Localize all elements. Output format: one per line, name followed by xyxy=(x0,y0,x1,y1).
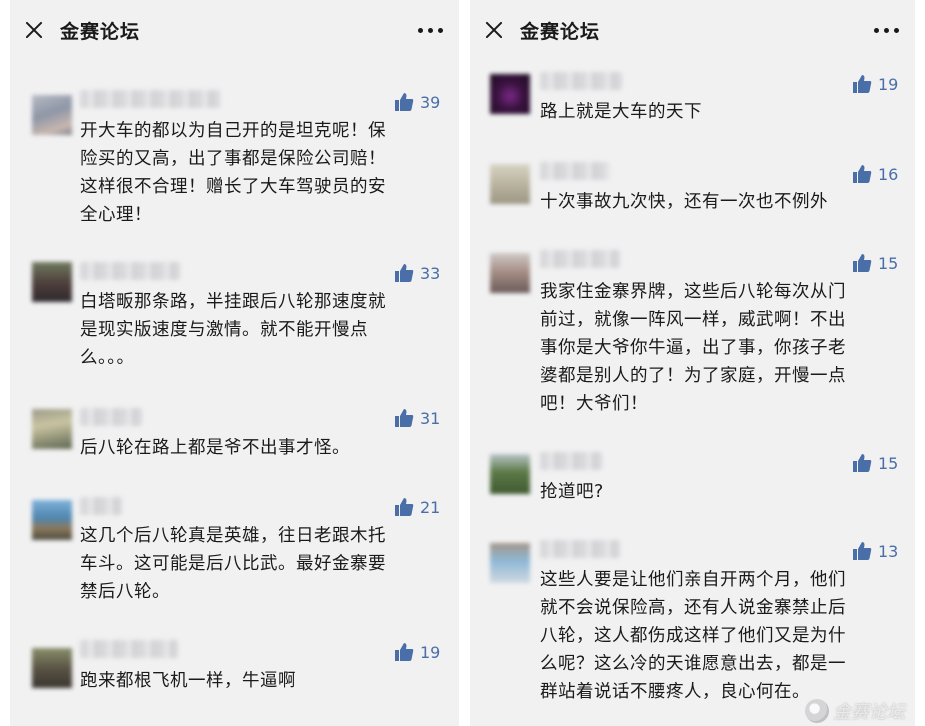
avatar[interactable] xyxy=(32,95,72,135)
right-screenshot: 金赛论坛 19 路上就是大车的天下 16 十次事故九次快，还有一次也不例外 15… xyxy=(470,0,915,726)
username[interactable] xyxy=(80,262,180,280)
avatar[interactable] xyxy=(32,409,72,449)
like-button[interactable]: 19 xyxy=(394,642,440,662)
thumb-up-icon xyxy=(853,75,872,93)
avatar[interactable] xyxy=(32,262,72,302)
like-count: 15 xyxy=(878,453,899,473)
like-count: 13 xyxy=(878,541,899,561)
like-button[interactable]: 15 xyxy=(852,453,898,473)
comment-text: 路上就是大车的天下 xyxy=(540,102,702,122)
username[interactable] xyxy=(540,250,620,268)
username[interactable] xyxy=(80,640,178,658)
comment-text: 我家住金寨界牌，这些后八轮每次从门 前过，就像一阵风一样，威武啊！不出 事你是大… xyxy=(540,282,846,414)
thumb-up-icon xyxy=(395,498,414,516)
like-button[interactable]: 39 xyxy=(394,92,440,112)
like-button[interactable]: 15 xyxy=(852,253,898,273)
like-count: 15 xyxy=(878,253,899,273)
like-button[interactable]: 33 xyxy=(394,263,440,283)
avatar[interactable] xyxy=(490,253,530,293)
comment-text: 十次事故九次快，还有一次也不例外 xyxy=(540,192,828,212)
like-count: 16 xyxy=(878,164,899,184)
left-screenshot: 金赛论坛 39 开大车的都以为自己开的是坦克呢！保 险买的又高，出了事都是保险公… xyxy=(10,0,459,726)
close-icon[interactable] xyxy=(484,20,504,40)
thumb-up-icon xyxy=(853,254,872,272)
title-bar: 金赛论坛 xyxy=(10,0,459,60)
comment-text: 开大车的都以为自己开的是坦克呢！保 险买的又高，出了事都是保险公司赔！ 这样很不… xyxy=(80,121,386,225)
username[interactable] xyxy=(80,90,220,108)
thumb-up-icon xyxy=(853,454,872,472)
like-button[interactable]: 16 xyxy=(852,164,898,184)
like-button[interactable]: 19 xyxy=(852,74,898,94)
username[interactable] xyxy=(540,72,622,90)
comment-text: 跑来都根飞机一样，牛逼啊 xyxy=(80,671,296,691)
watermark: 金赛论坛 xyxy=(805,698,905,724)
username[interactable] xyxy=(540,540,620,558)
comment-text: 白塔畈那条路，半挂跟后八轮那速度就 是现实版速度与激情。就不能开慢点 么。。。 xyxy=(80,292,386,368)
page-title: 金赛论坛 xyxy=(60,21,141,43)
thumb-up-icon xyxy=(853,165,872,183)
like-count: 33 xyxy=(420,263,441,283)
avatar[interactable] xyxy=(32,648,72,688)
like-count: 19 xyxy=(878,74,899,94)
thumb-up-icon xyxy=(395,409,414,427)
like-button[interactable]: 31 xyxy=(394,408,440,428)
comment-text: 这几个后八轮真是英雄，往日老跟木托 车斗。这可能是后八比武。最好金寨要 禁后八轮… xyxy=(80,526,386,602)
username[interactable] xyxy=(80,497,122,515)
thumb-up-icon xyxy=(853,542,872,560)
more-icon[interactable] xyxy=(874,28,899,33)
watermark-logo xyxy=(805,699,829,723)
avatar[interactable] xyxy=(490,543,530,583)
title-bar: 金赛论坛 xyxy=(470,0,915,60)
more-icon[interactable] xyxy=(418,28,443,33)
like-count: 39 xyxy=(420,92,441,112)
like-button[interactable]: 13 xyxy=(852,541,898,561)
like-count: 31 xyxy=(420,408,441,428)
avatar[interactable] xyxy=(490,164,530,204)
avatar[interactable] xyxy=(32,500,72,540)
page-title: 金赛论坛 xyxy=(520,21,601,43)
like-count: 21 xyxy=(420,497,441,517)
like-count: 19 xyxy=(420,642,441,662)
username[interactable] xyxy=(540,162,610,180)
comment-text: 这些人要是让他们亲自开两个月，他们 就不会说保险高，还有人说金寨禁止后 八轮，这… xyxy=(540,570,846,702)
comment-text: 抢道吧? xyxy=(540,482,604,502)
close-icon[interactable] xyxy=(24,20,44,40)
username[interactable] xyxy=(80,408,142,426)
thumb-up-icon xyxy=(395,264,414,282)
avatar[interactable] xyxy=(490,74,530,114)
thumb-up-icon xyxy=(395,643,414,661)
avatar[interactable] xyxy=(490,454,530,494)
watermark-text: 金赛论坛 xyxy=(833,702,905,723)
username[interactable] xyxy=(540,452,602,470)
comment-text: 后八轮在路上都是爷不出事才怪。 xyxy=(80,438,350,458)
like-button[interactable]: 21 xyxy=(394,497,440,517)
thumb-up-icon xyxy=(395,93,414,111)
